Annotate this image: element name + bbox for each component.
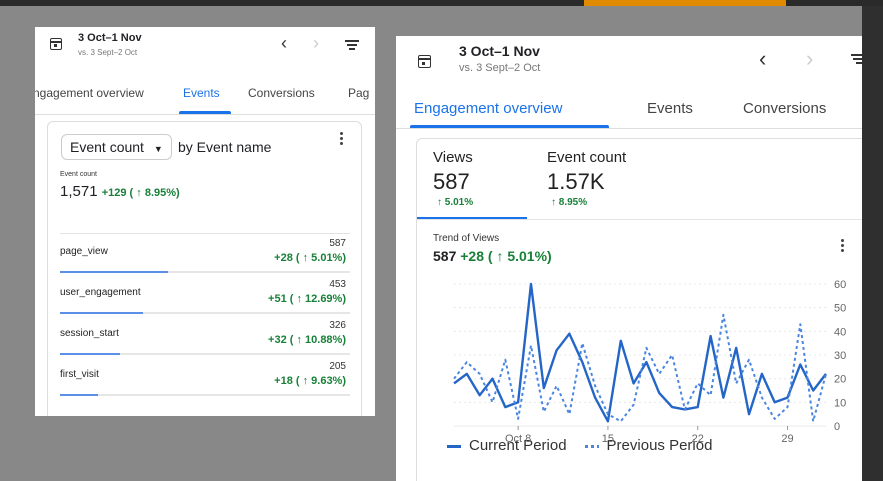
share-bar-fill bbox=[60, 271, 168, 273]
share-bar-track bbox=[60, 353, 350, 355]
event-value: 205 bbox=[329, 361, 346, 372]
tab-divider bbox=[396, 128, 862, 129]
total-value: 1,571 bbox=[60, 183, 98, 200]
metric-selector[interactable]: Event count ▼ bbox=[61, 134, 172, 160]
tab-pages[interactable]: Pag bbox=[348, 86, 369, 100]
total-metric-label: Event count bbox=[60, 171, 97, 178]
metric-value: 1.57K bbox=[547, 169, 605, 194]
event-value: 587 bbox=[329, 238, 346, 249]
side-shadow bbox=[862, 6, 883, 481]
date-range[interactable]: 3 Oct–1 Nov bbox=[78, 32, 142, 44]
metric-value: 587 bbox=[433, 169, 470, 194]
tab-conversions[interactable]: Conversions bbox=[743, 100, 826, 117]
event-name: page_view bbox=[60, 246, 108, 257]
comparison-range: vs. 3 Sept–2 Oct bbox=[78, 48, 138, 57]
more-options-icon[interactable] bbox=[340, 132, 344, 147]
accent-strip bbox=[584, 0, 786, 6]
y-tick-label: 10 bbox=[834, 397, 846, 409]
share-bar-fill bbox=[60, 312, 144, 314]
event-name: first_visit bbox=[60, 369, 99, 380]
metric-delta: ↑ 5.01% bbox=[437, 197, 474, 208]
comparison-range: vs. 3 Sept–2 Oct bbox=[459, 62, 541, 74]
event-delta: +28 ( ↑ 5.01%) bbox=[274, 252, 346, 264]
right-phone-screen: 3 Oct–1 Nov vs. 3 Sept–2 Oct ‹ › Engagem… bbox=[396, 36, 862, 481]
event-delta: +51 ( ↑ 12.69%) bbox=[268, 293, 346, 305]
top-divider bbox=[60, 233, 350, 234]
prev-period-icon[interactable]: ‹ bbox=[281, 33, 287, 54]
share-bar-fill bbox=[60, 394, 98, 396]
share-bar-track bbox=[60, 394, 350, 396]
tab-bar: ngagement overview Events Conversions Pa… bbox=[35, 83, 375, 117]
y-tick-label: 40 bbox=[834, 326, 846, 338]
event-name: user_engagement bbox=[60, 287, 141, 298]
next-period-icon[interactable]: › bbox=[313, 33, 319, 54]
event-delta: +18 ( ↑ 9.63%) bbox=[274, 375, 346, 387]
total-metric: 1,571 +129 ( ↑ 8.95%) bbox=[60, 183, 180, 200]
views-trend-chart: 0 10 20 30 40 50 60 Oct 8 15 22 29 bbox=[453, 279, 846, 445]
trend-summary: 587 +28 ( ↑ 5.01%) bbox=[433, 248, 552, 264]
metrics-divider bbox=[417, 219, 862, 220]
y-tick-label: 20 bbox=[834, 374, 846, 386]
total-delta: +129 ( ↑ 8.95%) bbox=[101, 187, 180, 199]
event-value: 453 bbox=[329, 279, 346, 290]
filter-icon[interactable] bbox=[851, 54, 862, 65]
top-bar bbox=[0, 0, 883, 6]
tab-engagement-overview[interactable]: Engagement overview bbox=[414, 100, 562, 117]
metric-label: Event count bbox=[547, 149, 627, 166]
y-tick-label: 0 bbox=[834, 421, 840, 433]
series-line-current bbox=[453, 282, 827, 423]
event-value: 326 bbox=[329, 320, 346, 331]
event-delta: +32 ( ↑ 10.88%) bbox=[268, 334, 346, 346]
share-bar-track bbox=[60, 271, 350, 273]
events-card: Event count ▼ by Event name Event count … bbox=[47, 121, 362, 416]
tab-conversions[interactable]: Conversions bbox=[248, 86, 315, 100]
metric-delta: ↑ 8.95% bbox=[551, 197, 588, 208]
event-name: session_start bbox=[60, 328, 119, 339]
prev-period-icon[interactable]: ‹ bbox=[759, 46, 766, 72]
next-period-icon[interactable]: › bbox=[806, 46, 813, 72]
trend-title: Trend of Views bbox=[433, 233, 500, 244]
more-options-icon[interactable] bbox=[841, 239, 845, 254]
tab-divider bbox=[35, 114, 375, 115]
metric-label: Views bbox=[433, 149, 473, 166]
x-tick-label: 29 bbox=[781, 433, 793, 445]
share-bar-fill bbox=[60, 353, 121, 355]
trend-delta: +28 ( ↑ 5.01%) bbox=[460, 248, 552, 264]
x-tick-label: 15 bbox=[602, 433, 614, 445]
trend-value: 587 bbox=[433, 248, 457, 264]
left-phone-screen: 3 Oct–1 Nov vs. 3 Sept–2 Oct ‹ › ngageme… bbox=[35, 27, 375, 416]
y-tick-label: 60 bbox=[834, 279, 846, 291]
tab-bar: Engagement overview Events Conversions bbox=[396, 96, 862, 132]
tab-engagement-overview[interactable]: ngagement overview bbox=[35, 86, 144, 100]
share-bar-track bbox=[60, 312, 350, 314]
x-tick-label: 22 bbox=[692, 433, 704, 445]
y-tick-label: 50 bbox=[834, 303, 846, 315]
tab-events[interactable]: Events bbox=[647, 100, 693, 117]
x-tick-label: Oct 8 bbox=[505, 433, 531, 445]
calendar-icon[interactable] bbox=[418, 55, 431, 68]
filter-icon[interactable] bbox=[345, 40, 359, 50]
date-range[interactable]: 3 Oct–1 Nov bbox=[459, 43, 540, 59]
tab-events[interactable]: Events bbox=[183, 86, 220, 100]
calendar-icon[interactable] bbox=[50, 38, 62, 50]
dropdown-arrow-icon: ▼ bbox=[153, 144, 163, 154]
metric-selector-label: Event count bbox=[70, 139, 144, 155]
y-tick-label: 30 bbox=[834, 350, 846, 362]
dimension-label: by Event name bbox=[178, 139, 272, 155]
